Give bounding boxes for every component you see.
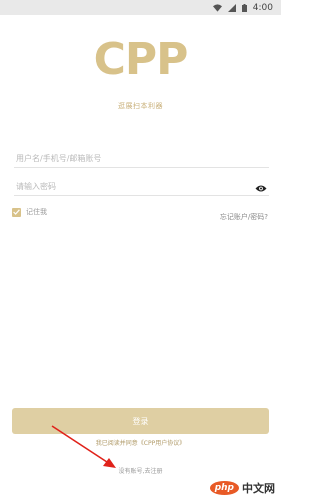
account-field bbox=[14, 146, 269, 169]
php-logo: php bbox=[209, 481, 239, 495]
watermark-site: 中文网 bbox=[242, 482, 275, 495]
remember-label: 记住我 bbox=[26, 208, 47, 216]
red-arrow-annotation bbox=[51, 425, 116, 468]
checkmark-icon bbox=[13, 209, 20, 215]
account-input[interactable] bbox=[14, 148, 236, 169]
remember-checkbox[interactable] bbox=[12, 207, 21, 217]
forgot-password-link[interactable]: 忘记账户/密码? bbox=[220, 212, 268, 222]
password-input[interactable] bbox=[14, 176, 236, 197]
app-logo: CPP bbox=[93, 34, 189, 85]
status-time: 4:00 bbox=[252, 2, 273, 13]
register-link[interactable]: 没有账号,去注册 bbox=[0, 466, 281, 475]
battery-icon bbox=[241, 3, 247, 12]
show-password-eye-icon[interactable] bbox=[255, 178, 267, 197]
password-field bbox=[14, 174, 269, 197]
wifi-icon bbox=[212, 3, 222, 12]
app-tagline: 逛展扫本利器 bbox=[118, 102, 163, 110]
status-bar: 4:00 bbox=[0, 0, 281, 15]
watermark: php 中文网 bbox=[209, 480, 275, 496]
signal-icon bbox=[227, 3, 236, 12]
remember-me[interactable]: 记住我 bbox=[12, 207, 47, 217]
agreement-link[interactable]: 我已阅读并同意《CPP用户协议》 bbox=[0, 438, 281, 447]
